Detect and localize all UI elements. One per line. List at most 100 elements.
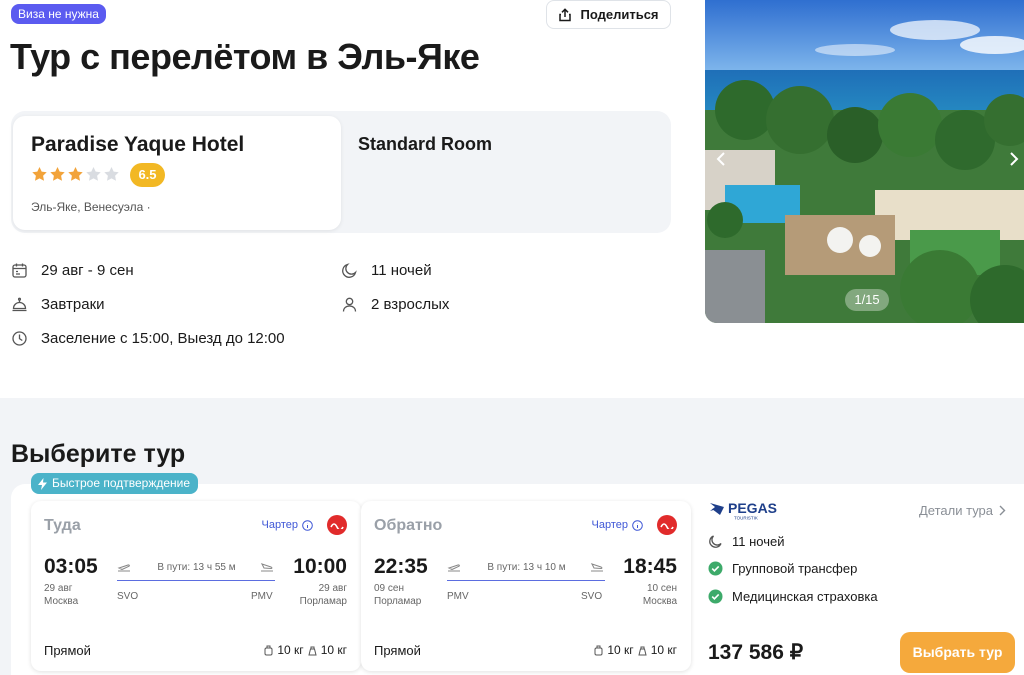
operator-transfer-label: Групповой трансфер [732, 561, 858, 576]
leg-direction: Обратно [374, 517, 443, 534]
info-icon [632, 519, 643, 531]
takeoff-icon [117, 564, 130, 572]
info-icon [302, 519, 313, 531]
flight-leg-return[interactable]: Обратно Чартер 22:35 18:45 09 сен Порлам… [361, 501, 691, 671]
star-filled-icon [50, 167, 65, 181]
hotel-name[interactable]: Paradise Yaque Hotel [31, 133, 244, 157]
star-empty-icon [104, 167, 119, 181]
chevron-right-icon [999, 505, 1006, 516]
star-empty-icon [86, 167, 101, 181]
flight-duration: В пути: 13 ч 10 м [487, 562, 566, 573]
airline-logo [657, 515, 677, 535]
photo-prev-button[interactable] [711, 148, 731, 170]
arrival-date: 29 авг [318, 583, 347, 594]
departure-date: 09 сен [374, 583, 404, 594]
tour-details-link[interactable]: Детали тура [919, 503, 1006, 518]
arrival-airport-code: PMV [251, 591, 273, 602]
tour-price: 137 586 ₽ [708, 641, 804, 664]
fact-checkin: Заселение с 15:00, Выезд до 12:00 [11, 330, 285, 347]
star-filled-icon [32, 167, 47, 181]
flight-duration: В пути: 13 ч 55 м [157, 562, 236, 573]
lightning-icon [38, 477, 47, 490]
baggage-info: 10 кг 10 кг [594, 643, 677, 657]
share-label: Поделиться [580, 7, 659, 22]
operator-logo-subtext: TOURISTIK [734, 516, 758, 521]
food-cloche-icon [12, 297, 27, 312]
star-filled-icon [68, 167, 83, 181]
flight-type: Прямой [44, 643, 91, 658]
takeoff-icon [447, 564, 460, 572]
charter-link[interactable]: Чартер [592, 519, 643, 531]
landing-icon [590, 563, 603, 572]
arrival-time: 10:00 [293, 555, 347, 578]
airline-logo [327, 515, 347, 535]
baggage-info: 10 кг 10 кг [264, 643, 347, 657]
departure-city: Москва [44, 596, 79, 607]
chevron-left-icon [716, 152, 725, 166]
departure-city: Порламар [374, 596, 422, 607]
hotel-card[interactable]: Paradise Yaque Hotel 6.5 Эль-Яке, Венесу… [13, 116, 341, 230]
operator-logo-text: PEGAS [728, 500, 777, 516]
charter-label: Чартер [261, 519, 298, 531]
person-icon [342, 297, 357, 312]
fact-meals: Завтраки [11, 296, 105, 313]
operator-nights-label: 11 ночей [732, 534, 785, 549]
tour-header-section: Виза не нужна Поделиться Тур с перелётом… [0, 0, 1024, 398]
departure-date: 29 авг [44, 583, 73, 594]
arrival-city: Москва [642, 596, 677, 607]
photo-next-button[interactable] [1004, 148, 1024, 170]
fact-guests: 2 взрослых [341, 296, 449, 313]
hotel-photo-carousel[interactable]: 1/15 [705, 0, 1024, 323]
clock-icon [12, 331, 27, 346]
checked-luggage-icon [308, 646, 317, 655]
fast-badge-label: Быстрое подтверждение [52, 476, 191, 490]
operator-transfer: Групповой трансфер [708, 561, 857, 576]
fact-nights-label: 11 ночей [371, 262, 432, 279]
departure-time: 03:05 [44, 555, 98, 578]
share-button[interactable]: Поделиться [546, 0, 671, 29]
hand-luggage-icon [264, 645, 273, 655]
arrival-date: 10 сен [647, 583, 677, 594]
section-title: Выберите тур [11, 440, 186, 468]
route-line [447, 580, 605, 581]
departure-airport-code: SVO [117, 591, 139, 602]
calendar-icon [12, 263, 27, 278]
checked-luggage-icon [638, 646, 647, 655]
hotel-location: Эль-Яке, Венесуэла · [31, 200, 151, 214]
hand-luggage-icon [594, 645, 603, 655]
page-title: Тур с перелётом в Эль-Яке [10, 36, 480, 77]
hand-luggage-weight: 10 кг [607, 643, 634, 657]
hotel-photo [705, 0, 1024, 323]
choose-tour-button[interactable]: Выбрать тур [900, 632, 1015, 673]
chevron-right-icon [1010, 152, 1019, 166]
operator-insurance: Медицинская страховка [708, 589, 878, 604]
checked-luggage-weight: 10 кг [320, 643, 347, 657]
check-circle-icon [708, 589, 723, 604]
tour-details-label: Детали тура [919, 503, 994, 518]
arrival-airport-code: SVO [581, 591, 603, 602]
operator-nights: 11 ночей [708, 534, 785, 549]
charter-link[interactable]: Чартер [262, 519, 313, 531]
hand-luggage-weight: 10 кг [277, 643, 304, 657]
moon-icon [342, 263, 357, 278]
rating-badge: 6.5 [130, 163, 165, 187]
leg-direction: Туда [44, 517, 81, 534]
hotel-stars [31, 166, 120, 183]
share-icon [559, 7, 572, 21]
fact-guests-label: 2 взрослых [371, 296, 450, 313]
operator-logo: PEGAS TOURISTIK [710, 500, 777, 521]
charter-label: Чартер [591, 519, 628, 531]
arrival-time: 18:45 [623, 555, 677, 578]
fact-meals-label: Завтраки [41, 296, 105, 313]
room-type: Standard Room [358, 134, 493, 154]
fact-dates-label: 29 авг - 9 сен [41, 262, 134, 279]
fact-dates: 29 авг - 9 сен [11, 262, 134, 279]
check-circle-icon [708, 561, 723, 576]
fact-nights: 11 ночей [341, 262, 432, 279]
airline-wave-icon [330, 523, 344, 529]
fact-checkin-label: Заселение с 15:00, Выезд до 12:00 [41, 330, 285, 347]
flight-leg-outbound[interactable]: Туда Чартер 03:05 10:00 29 авг Москва 29… [31, 501, 361, 671]
departure-time: 22:35 [374, 555, 428, 578]
departure-airport-code: PMV [447, 591, 469, 602]
airline-wave-icon [660, 523, 674, 529]
